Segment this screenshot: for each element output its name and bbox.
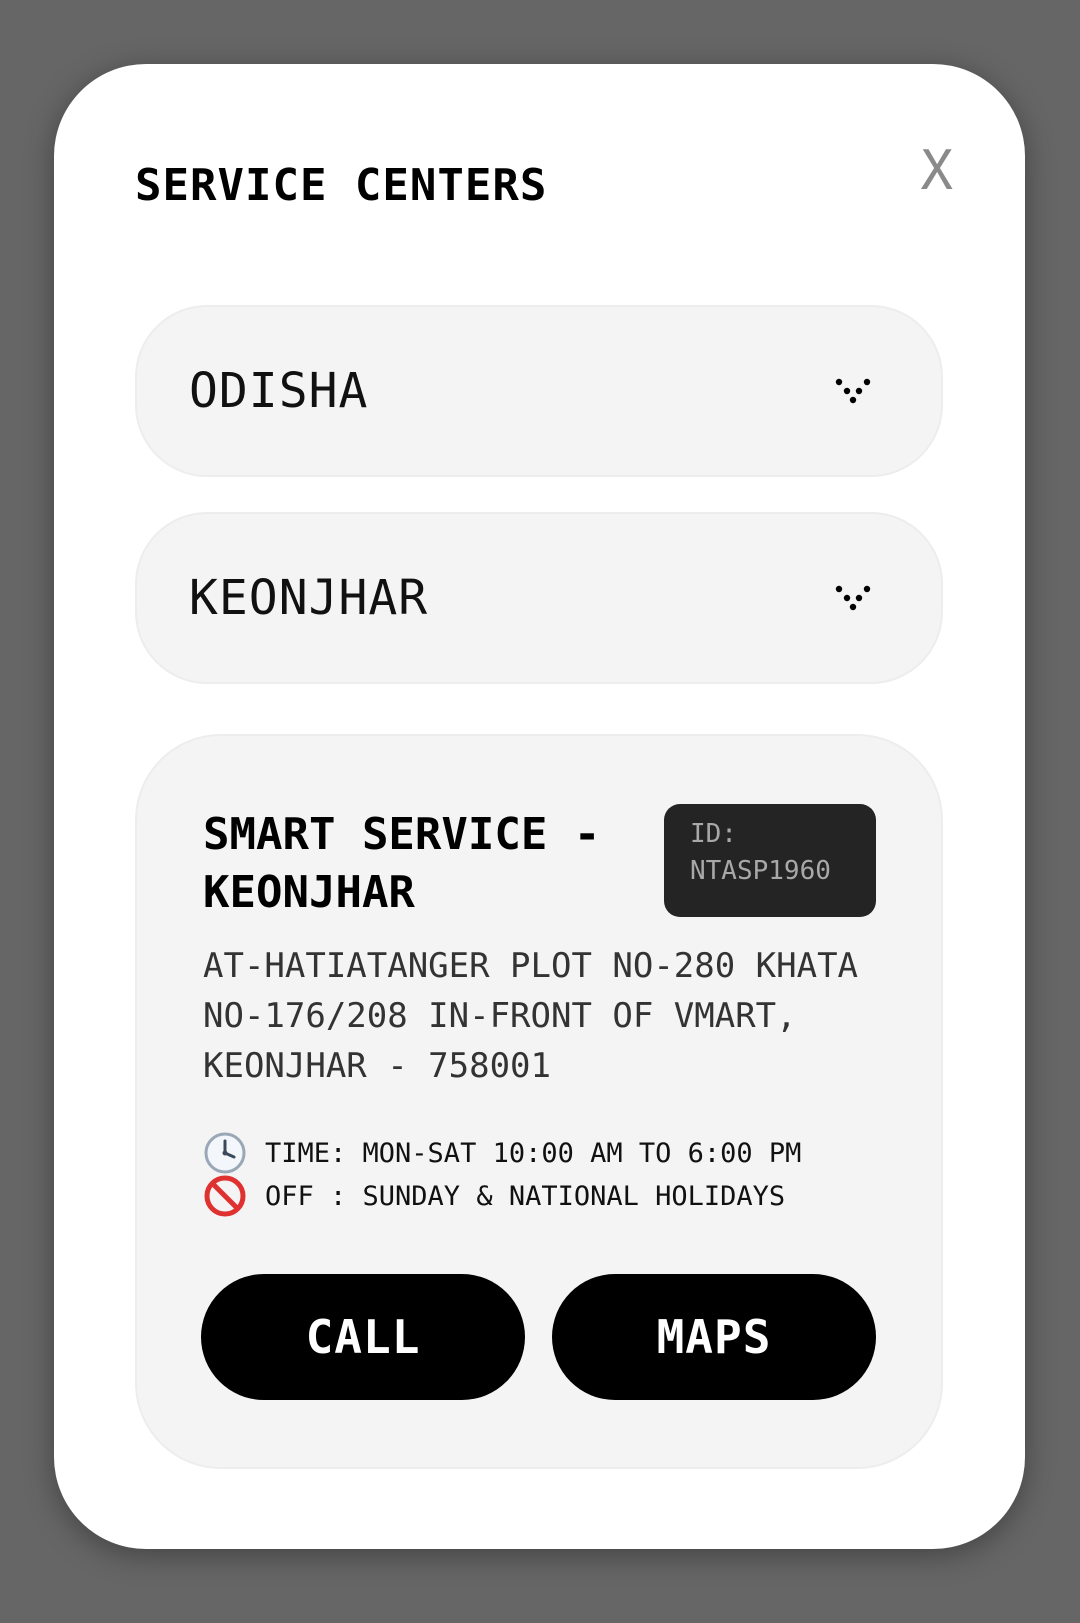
modal-title: SERVICE CENTERS [135, 160, 548, 211]
hours-row: TIME: MON-SAT 10:00 AM TO 6:00 PM [203, 1131, 801, 1175]
service-centers-modal: SERVICE CENTERS X ODISHA KEONJHAR SMART … [54, 64, 1025, 1549]
service-center-card: SMART SERVICE - KEONJHAR ID: NTASP1960 A… [135, 734, 943, 1469]
center-id-badge: ID: NTASP1960 [664, 804, 876, 917]
hours-text: TIME: MON-SAT 10:00 AM TO 6:00 PM [265, 1137, 802, 1169]
maps-button[interactable]: MAPS [552, 1274, 876, 1400]
off-days-row: OFF : SUNDAY & NATIONAL HOLIDAYS [203, 1174, 785, 1218]
center-id-label: ID: [690, 819, 737, 849]
center-name: SMART SERVICE - KEONJHAR [203, 809, 601, 918]
state-select[interactable]: ODISHA [135, 305, 943, 477]
center-address: AT-HATIATANGER PLOT NO-280 KHATA NO-176/… [203, 946, 859, 1086]
district-select-value: KEONJHAR [189, 570, 429, 626]
off-days-text: OFF : SUNDAY & NATIONAL HOLIDAYS [265, 1180, 786, 1212]
state-select-value: ODISHA [189, 363, 369, 419]
prohibited-icon [204, 1175, 246, 1217]
close-button[interactable]: X [920, 144, 953, 198]
district-select[interactable]: KEONJHAR [135, 512, 943, 684]
chevron-down-icon [835, 585, 871, 611]
call-button[interactable]: CALL [201, 1274, 525, 1400]
clock-icon [204, 1132, 246, 1174]
center-id-value: NTASP1960 [690, 856, 831, 886]
chevron-down-icon [835, 378, 871, 404]
